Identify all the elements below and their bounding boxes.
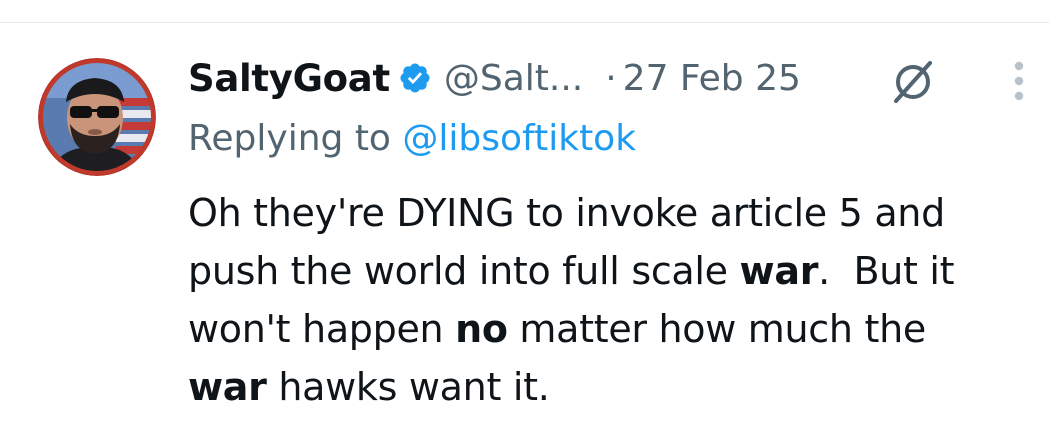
tweet-text-bold: war (188, 365, 267, 409)
separator-dot: · (605, 57, 617, 99)
replying-to-label: Replying to (188, 118, 391, 159)
tweet-text: Oh they're DYING to invoke article 5 and… (188, 184, 1038, 416)
tweet-text-segment: matter how much the (507, 307, 926, 351)
tweet-text-segment: push the world into full scale (188, 249, 740, 293)
tweet-text-line: push the world into full scale war. But … (188, 242, 1038, 300)
replying-to-line: Replying to @libsoftiktok (188, 118, 636, 159)
tweet-text-line: Oh they're DYING to invoke article 5 and (188, 184, 1038, 242)
avatar-image (38, 58, 156, 176)
top-divider (0, 22, 1049, 23)
verified-badge-icon[interactable] (398, 61, 432, 95)
author-display-name[interactable]: SaltyGoat (188, 57, 390, 100)
tweet-text-segment: won't happen (188, 307, 456, 351)
tweet-text-bold: war (739, 249, 819, 293)
tweet-text-line: won't happen no matter how much the (188, 300, 1038, 358)
tweet-text-segment: Oh they're DYING to invoke article 5 and (188, 191, 945, 235)
tweet-header: SaltyGoat @Salt... · 27 Feb 25 (188, 50, 801, 106)
more-options-icon[interactable] (1008, 57, 1030, 105)
grok-slash-circle-icon[interactable] (890, 59, 936, 105)
tweet-timestamp[interactable]: 27 Feb 25 (623, 58, 801, 99)
tweet-text-segment: hawks want it. (266, 365, 550, 409)
avatar[interactable] (38, 58, 156, 176)
tweet-text-bold: no (455, 307, 508, 351)
author-handle[interactable]: @Salt... (444, 58, 583, 99)
reply-target-link[interactable]: @libsoftiktok (402, 118, 636, 159)
tweet-text-line: war hawks want it. (188, 358, 1038, 416)
tweet-text-segment: . But it (818, 249, 955, 293)
